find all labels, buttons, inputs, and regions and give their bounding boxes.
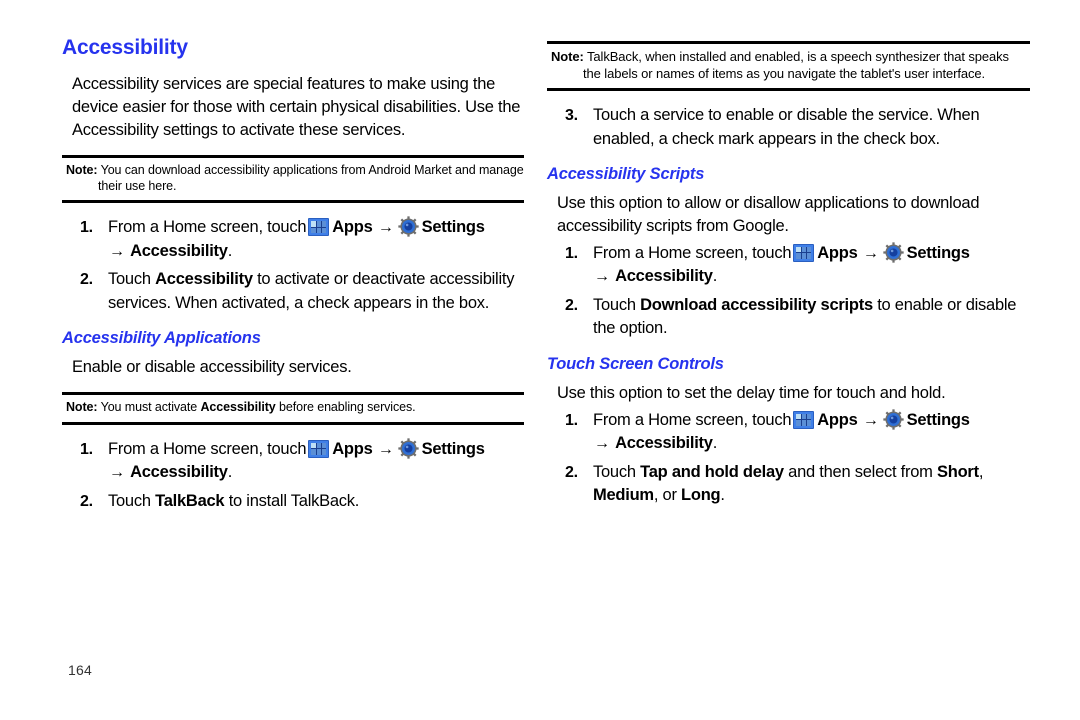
destination-label: Accessibility: [130, 463, 228, 482]
manual-page: Accessibility Accessibility services are…: [0, 0, 1080, 720]
destination-label: Accessibility: [130, 241, 228, 260]
step-text-prefix: From a Home screen, touch: [593, 410, 792, 429]
step-text: Touch a service to enable or disable the…: [593, 106, 980, 148]
left-column: Accessibility Accessibility services are…: [0, 0, 540, 720]
step-number: 1.: [565, 411, 578, 429]
arrow-icon-2: →: [109, 242, 125, 260]
note-text-bold: Accessibility: [200, 400, 276, 415]
apps-grid-icon: [793, 243, 815, 262]
gear-icon: [397, 437, 419, 459]
note-android-market: Note: You can download accessibility app…: [62, 155, 524, 204]
steps-list-main: 1. From a Home screen, touch Apps → Sett…: [62, 216, 524, 315]
section-title-accessibility-scripts: Accessibility Scripts: [547, 165, 705, 183]
arrow-icon: →: [377, 440, 394, 458]
note-text-post: before enabling services.: [275, 400, 416, 415]
step-text-bold-4: Long: [681, 486, 721, 505]
step-text-prefix: From a Home screen, touch: [593, 243, 792, 262]
step-text-tail: .: [720, 486, 725, 505]
steps-list-continued: 3. Touch a service to enable or disable t…: [547, 104, 1030, 151]
list-item: 1. From a Home screen, touch Apps → Sett…: [62, 216, 524, 263]
note-must-activate: Note: You must activate Accessibility be…: [62, 392, 524, 425]
destination-label: Accessibility: [615, 434, 713, 453]
page-number: 164: [68, 662, 92, 678]
step-text-lead: Touch: [593, 295, 641, 314]
list-item: 1. From a Home screen, touch Apps → Sett…: [547, 409, 1030, 456]
step-text-prefix: From a Home screen, touch: [108, 439, 307, 458]
step-text-lead: Touch: [108, 491, 156, 510]
settings-label: Settings: [906, 410, 970, 429]
step-number: 1.: [80, 440, 93, 458]
note-talkback: Note: TalkBack, when installed and enabl…: [547, 41, 1030, 91]
list-item: 3. Touch a service to enable or disable t…: [547, 104, 1030, 151]
apps-label: Apps: [332, 439, 373, 458]
step-number: 2.: [565, 296, 578, 314]
step-text-mid: and then select from: [783, 462, 938, 481]
gear-icon: [882, 409, 904, 430]
step-text-bold-3: Medium: [593, 486, 654, 505]
section-title-accessibility-applications: Accessibility Applications: [62, 329, 261, 348]
period: .: [227, 241, 233, 260]
settings-label: Settings: [906, 243, 970, 262]
apps-label: Apps: [332, 218, 373, 237]
step-number: 1.: [80, 219, 93, 237]
note-text: You can download accessibility applicati…: [98, 163, 524, 193]
section-body: Enable or disable accessibility services…: [72, 358, 352, 377]
list-item: 2. Touch Accessibility to activate or dea…: [62, 268, 524, 315]
arrow-icon-2: →: [594, 435, 610, 453]
list-item: 1. From a Home screen, touch Apps → Sett…: [547, 242, 1030, 289]
step-text-bold: Tap and hold delay: [640, 462, 784, 481]
step-text-mid-3: , or: [653, 486, 682, 505]
step-number: 3.: [565, 107, 578, 124]
arrow-icon-2: →: [109, 464, 125, 482]
list-item: 1. From a Home screen, touch Apps → Sett…: [62, 437, 524, 485]
page-title: Accessibility: [62, 36, 188, 59]
step-number: 2.: [80, 492, 93, 510]
note-label: Note:: [66, 400, 98, 415]
note-text: TalkBack, when installed and enabled, is…: [583, 49, 1009, 81]
settings-label: Settings: [421, 218, 485, 237]
section-title-touch-screen-controls: Touch Screen Controls: [547, 354, 724, 373]
gear-icon: [882, 242, 904, 263]
note-label: Note:: [66, 163, 98, 178]
arrow-icon-2: →: [594, 268, 610, 286]
period: .: [712, 267, 718, 286]
apps-grid-icon: [308, 218, 330, 237]
step-text-prefix: From a Home screen, touch: [108, 218, 307, 237]
step-text-lead: Touch: [108, 270, 156, 289]
step-number: 2.: [565, 463, 578, 481]
step-text-bold-2: Short: [937, 462, 979, 481]
apps-label: Apps: [817, 243, 858, 262]
apps-grid-icon: [308, 439, 330, 458]
right-column: Note: TalkBack, when installed and enabl…: [540, 0, 1080, 720]
step-text-lead: Touch: [593, 462, 641, 481]
step-text-tail: to install TalkBack.: [224, 491, 360, 510]
steps-list-scripts: 1. From a Home screen, touch Apps → Sett…: [547, 242, 1030, 341]
step-number: 2.: [80, 271, 93, 289]
section-body: Use this option to allow or disallow app…: [557, 193, 980, 235]
list-item: 2. Touch Download accessibility scripts t…: [547, 294, 1030, 341]
arrow-icon: →: [377, 219, 394, 237]
note-label: Note:: [551, 49, 584, 64]
steps-list-touch: 1. From a Home screen, touch Apps → Sett…: [547, 409, 1030, 508]
destination-label: Accessibility: [615, 267, 713, 286]
step-text-mid-2: ,: [978, 462, 984, 481]
step-text-bold: Download accessibility scripts: [640, 295, 873, 314]
arrow-icon: →: [862, 244, 879, 262]
arrow-icon: →: [862, 411, 879, 429]
apps-grid-icon: [793, 410, 815, 429]
step-number: 1.: [565, 244, 578, 262]
step-text-bold: Accessibility: [155, 270, 253, 289]
section-body: Use this option to set the delay time fo…: [557, 383, 946, 402]
steps-list-applications: 1. From a Home screen, touch Apps → Sett…: [62, 437, 524, 514]
list-item: 2. Touch Tap and hold delay and then sele…: [547, 461, 1030, 508]
step-text-bold: TalkBack: [155, 491, 225, 510]
period: .: [227, 463, 233, 482]
intro-paragraph: Accessibility services are special featu…: [72, 75, 521, 140]
period: .: [712, 434, 718, 453]
note-text-pre: You must activate: [100, 400, 201, 415]
apps-label: Apps: [817, 410, 858, 429]
settings-label: Settings: [421, 439, 485, 458]
gear-icon: [397, 216, 419, 237]
list-item: 2. Touch TalkBack to install TalkBack.: [62, 490, 524, 514]
